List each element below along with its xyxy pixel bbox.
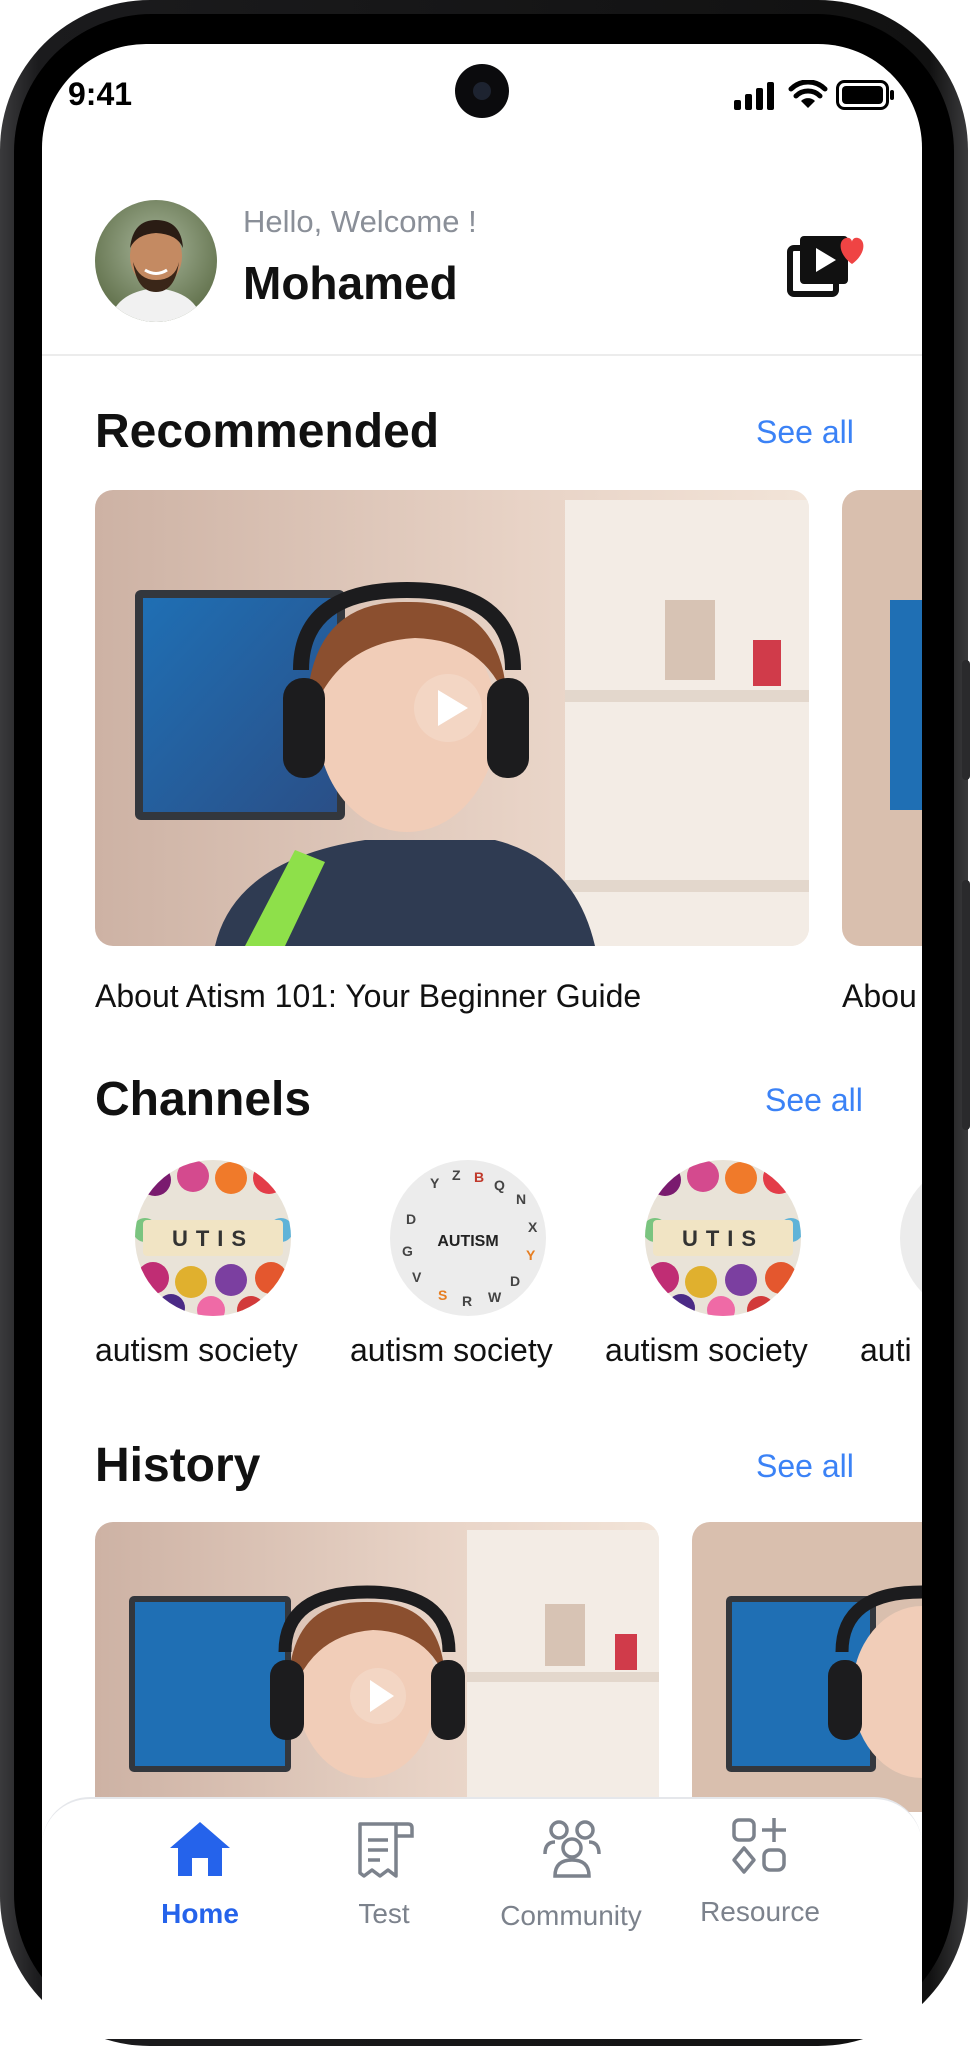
resource-icon <box>732 1818 786 1874</box>
power-button <box>962 880 970 1130</box>
channel-name[interactable]: auti <box>860 1332 922 1369</box>
tab-home-label: Home <box>161 1898 239 1929</box>
svg-text:R: R <box>462 1293 472 1309</box>
home-icon <box>170 1822 230 1876</box>
channel-logo-text: UTIS <box>172 1226 254 1251</box>
svg-text:G: G <box>402 1243 413 1259</box>
channel-name[interactable]: autism society <box>605 1332 808 1369</box>
svg-text:Y: Y <box>526 1247 536 1263</box>
channel-logo-text: AUTISM <box>437 1233 498 1250</box>
svg-text:V: V <box>412 1269 422 1285</box>
signal-icon <box>734 82 774 110</box>
test-document-icon <box>358 1822 414 1878</box>
play-icon[interactable] <box>412 672 484 744</box>
history-see-all-link[interactable]: See all <box>756 1448 854 1485</box>
header-divider <box>42 354 922 356</box>
svg-text:B: B <box>474 1169 484 1185</box>
tab-home[interactable]: Home <box>140 1816 260 1936</box>
community-icon <box>543 1820 601 1878</box>
tab-resource-label: Resource <box>700 1896 820 1927</box>
channels-see-all-link[interactable]: See all <box>765 1082 863 1119</box>
wifi-icon <box>788 80 828 108</box>
battery-icon <box>836 80 894 110</box>
svg-text:N: N <box>516 1191 526 1207</box>
svg-text:W: W <box>488 1289 502 1305</box>
channel-avatar[interactable] <box>900 1160 922 1316</box>
tab-test[interactable]: Test <box>324 1816 444 1936</box>
volume-button <box>962 660 970 780</box>
channel-avatar[interactable]: YZBQN DGVSR WDYX AUTISM <box>390 1160 546 1316</box>
front-camera <box>455 64 509 118</box>
channel-avatar[interactable]: UTIS <box>135 1160 291 1316</box>
channel-avatar[interactable]: UTIS <box>645 1160 801 1316</box>
greeting-text: Hello, Welcome ! <box>243 204 477 239</box>
tab-test-label: Test <box>358 1898 410 1929</box>
history-video-thumbnail[interactable] <box>692 1522 922 1812</box>
avatar[interactable] <box>95 200 217 322</box>
svg-text:D: D <box>406 1211 416 1227</box>
recommended-video-title[interactable]: Abou <box>842 978 922 1015</box>
svg-text:D: D <box>510 1273 520 1289</box>
user-name: Mohamed <box>243 257 458 309</box>
history-title: History <box>95 1439 261 1492</box>
tab-resource[interactable]: Resource <box>690 1816 830 1936</box>
tab-community-label: Community <box>500 1900 642 1931</box>
svg-text:S: S <box>438 1287 447 1303</box>
channel-name[interactable]: autism society <box>350 1332 553 1369</box>
svg-text:Y: Y <box>430 1175 440 1191</box>
status-time: 9:41 <box>68 76 133 112</box>
channel-logo-text: UTIS <box>682 1226 764 1251</box>
video-library-heart-icon[interactable] <box>786 224 870 304</box>
recommended-video-title[interactable]: About Atism 101: Your Beginner Guide <box>95 978 641 1015</box>
svg-text:Q: Q <box>494 1177 505 1193</box>
tab-community[interactable]: Community <box>486 1816 656 1936</box>
recommended-video-thumbnail[interactable] <box>842 490 922 946</box>
recommended-title: Recommended <box>95 405 440 458</box>
channels-title: Channels <box>95 1073 312 1126</box>
svg-text:Z: Z <box>452 1167 461 1183</box>
channel-name[interactable]: autism society <box>95 1332 298 1369</box>
svg-text:X: X <box>528 1219 538 1235</box>
recommended-see-all-link[interactable]: See all <box>756 414 854 451</box>
play-icon[interactable] <box>348 1666 408 1726</box>
